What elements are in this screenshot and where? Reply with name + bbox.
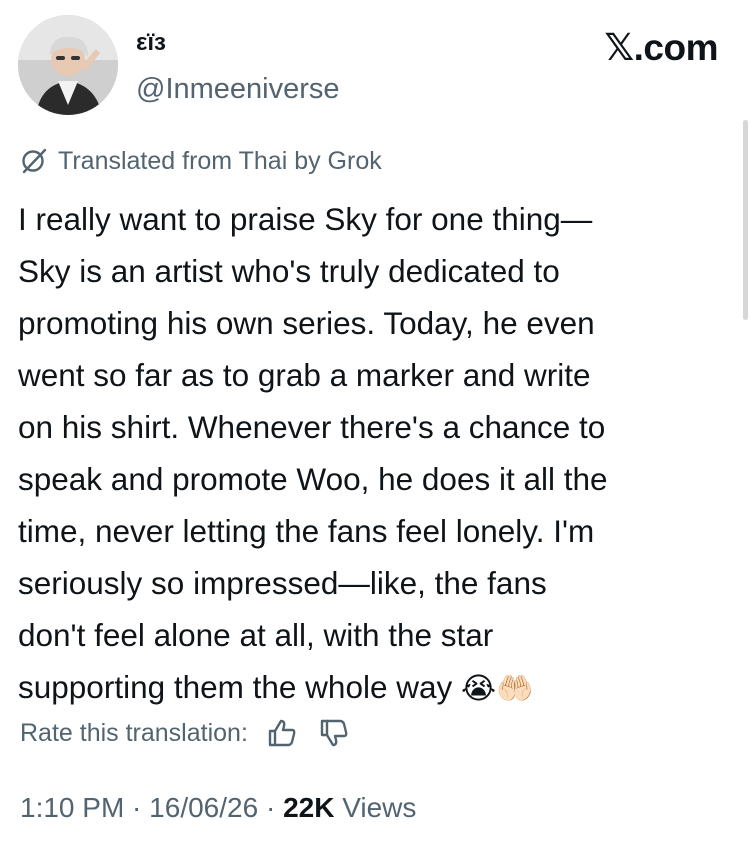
tweet-line: supporting them the whole way xyxy=(18,669,453,705)
rate-translation: Rate this translation: xyxy=(20,715,352,751)
translation-note-text: Translated from Thai by Grok xyxy=(58,147,382,175)
grok-icon xyxy=(20,147,48,175)
tweet-date[interactable]: 16/06/26 xyxy=(149,792,258,823)
crying-face-emoji: 😭 xyxy=(461,672,497,706)
palms-up-emoji: 🤲🏻 xyxy=(496,672,534,706)
thumbs-up-button[interactable] xyxy=(264,715,300,751)
tweet-text: I really want to praise Sky for one thin… xyxy=(18,193,728,716)
tweet-time[interactable]: 1:10 PM xyxy=(20,792,124,823)
views-count: 22K xyxy=(283,792,335,823)
rate-translation-label: Rate this translation: xyxy=(20,719,248,747)
thumbs-down-button[interactable] xyxy=(316,715,352,751)
tweet-meta: 1:10 PM · 16/06/26 · 22K Views xyxy=(20,790,416,826)
meta-separator: · xyxy=(258,792,284,823)
meta-separator: · xyxy=(124,792,150,823)
tweet-line: seriously so impressed—like, the fans xyxy=(18,565,547,601)
tweet-line: time, never letting the fans feel lonely… xyxy=(18,513,595,549)
tweet-line-last: supporting them the whole way 😭🤲🏻 xyxy=(18,661,728,716)
display-name[interactable]: εïз xyxy=(136,28,166,58)
scrollbar[interactable] xyxy=(743,120,748,320)
thumbs-up-icon xyxy=(268,719,296,747)
tweet-line: promoting his own series. Today, he even xyxy=(18,305,595,341)
user-handle[interactable]: @Inmeeniverse xyxy=(136,72,340,106)
tweet-line: don't feel alone at all, with the star xyxy=(18,617,494,653)
views-label: Views xyxy=(334,792,417,823)
tweet-line: I really want to praise Sky for one thin… xyxy=(18,201,593,237)
translation-note: Translated from Thai by Grok xyxy=(20,145,382,177)
profile-photo-icon xyxy=(18,15,118,115)
thumbs-down-icon xyxy=(320,719,348,747)
tweet-line: Sky is an artist who's truly dedicated t… xyxy=(18,253,560,289)
tweet-line: on his shirt. Whenever there's a chance … xyxy=(18,409,606,445)
avatar[interactable] xyxy=(18,15,118,115)
tweet-line: went so far as to grab a marker and writ… xyxy=(18,357,591,393)
x-brand-logo: 𝕏.com xyxy=(604,27,718,68)
tweet-line: speak and promote Woo, he does it all th… xyxy=(18,461,608,497)
